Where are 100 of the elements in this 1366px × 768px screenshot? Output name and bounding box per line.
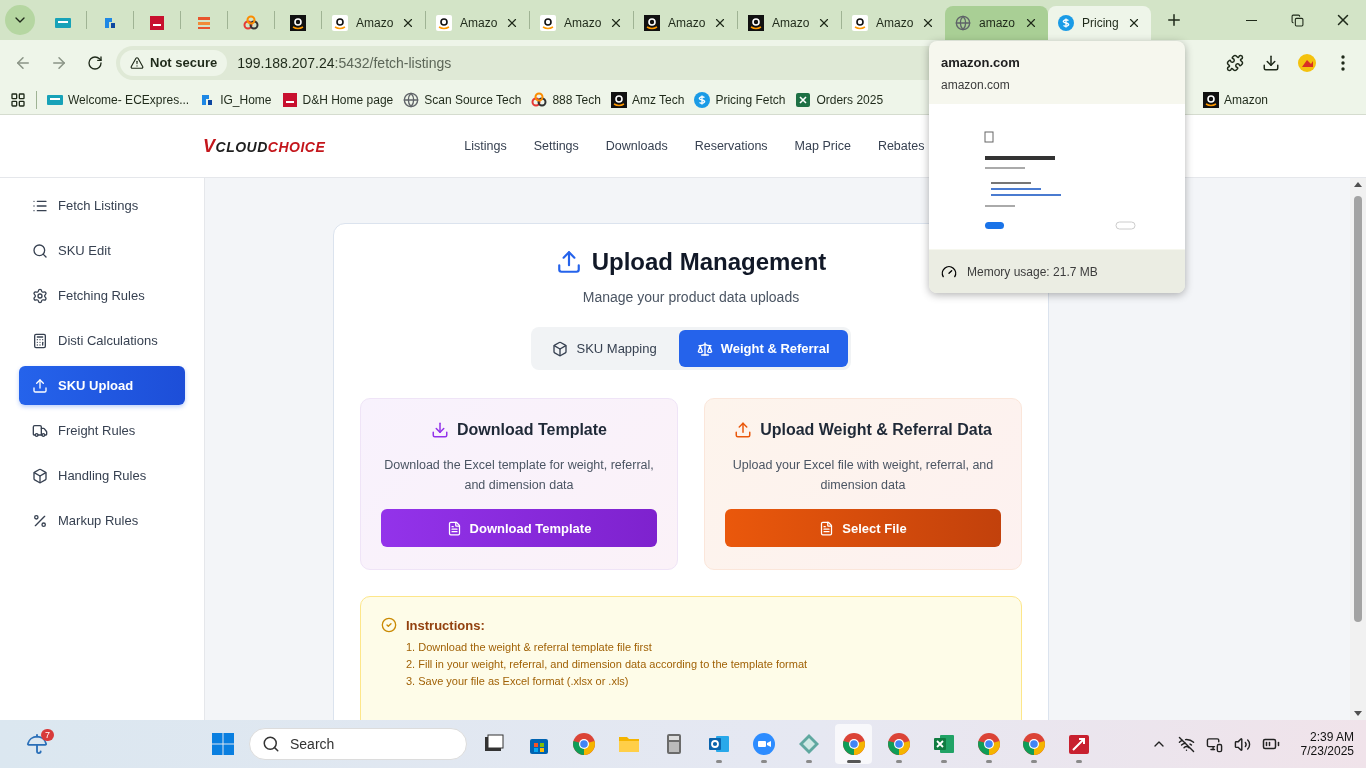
- close-icon[interactable]: [713, 16, 727, 30]
- favicon-icon: [436, 15, 452, 31]
- favicon-icon: [540, 15, 556, 31]
- panel-description: Upload your Excel file with weight, referral, and dimension data: [731, 457, 995, 494]
- plus-icon: [1165, 11, 1183, 29]
- panel-title: Upload Weight & Referral Data: [760, 421, 992, 439]
- chrome-icon: [571, 732, 596, 756]
- restore-icon: [1290, 13, 1304, 27]
- sidebar-item[interactable]: Fetch Listings: [19, 186, 185, 225]
- tab-search-button[interactable]: [5, 5, 35, 35]
- bookmark[interactable]: Orders 2025: [795, 91, 884, 108]
- scrollbar[interactable]: [1350, 178, 1366, 720]
- search-icon: [32, 242, 48, 259]
- browser-tab[interactable]: Amazo: [842, 6, 945, 40]
- upload-icon: [555, 249, 582, 275]
- reload-icon: [87, 54, 103, 71]
- gauge-icon: [941, 263, 957, 280]
- nav-link[interactable]: Map Price: [794, 139, 851, 153]
- bookmark[interactable]: Scan Source Tech: [403, 91, 522, 108]
- bookmark[interactable]: Pricing Fetch: [694, 91, 786, 108]
- memory-usage: Memory usage: 21.7 MB: [967, 264, 1098, 279]
- minimize-icon: [1245, 19, 1257, 21]
- close-icon[interactable]: [817, 16, 831, 30]
- search-field[interactable]: Search: [249, 728, 467, 760]
- browser-tab[interactable]: Amazo: [426, 6, 529, 40]
- favicon-icon: [55, 15, 71, 31]
- favicon-icon: [149, 15, 165, 31]
- browser-tab[interactable]: Amazo: [322, 6, 425, 40]
- mode-tab[interactable]: Weight & Referral: [678, 330, 848, 367]
- sidebar-item[interactable]: SKU Edit: [19, 231, 185, 270]
- favicon-icon: [694, 91, 711, 108]
- close-icon[interactable]: [1024, 16, 1038, 30]
- check-icon: [381, 617, 397, 633]
- mode-tab[interactable]: SKU Mapping: [534, 330, 675, 367]
- file-icon: [819, 520, 835, 536]
- logo[interactable]: VCLOUDCHOICE: [203, 135, 326, 157]
- umbrella-icon[interactable]: [26, 733, 48, 755]
- box-icon: [32, 467, 48, 484]
- close-icon[interactable]: [401, 16, 415, 30]
- sidebar-item[interactable]: Markup Rules: [19, 501, 185, 540]
- network-icon[interactable]: [1177, 735, 1195, 753]
- sidebar-item[interactable]: SKU Upload: [19, 366, 185, 405]
- favicon-icon: [748, 15, 764, 31]
- close-icon[interactable]: [609, 16, 623, 30]
- truck-icon: [32, 422, 48, 439]
- nav-link[interactable]: Downloads: [605, 139, 668, 153]
- close-icon[interactable]: [505, 16, 519, 30]
- app-icon: [1066, 732, 1091, 756]
- upload-icon: [32, 377, 48, 394]
- close-icon[interactable]: [1127, 16, 1141, 30]
- favicon-icon: [281, 91, 298, 108]
- close-icon[interactable]: [921, 16, 935, 30]
- favicon-icon: [852, 15, 868, 31]
- favicon-icon: [243, 15, 259, 31]
- select-file-button[interactable]: Select File: [725, 509, 1001, 547]
- browser-tab[interactable]: Amazo: [530, 6, 633, 40]
- nav-link[interactable]: Listings: [464, 139, 507, 153]
- favicon-icon: [332, 15, 348, 31]
- menu-icon: [1341, 54, 1345, 71]
- browser-tab[interactable]: amazo: [945, 6, 1048, 40]
- sidebar-item[interactable]: Freight Rules: [19, 411, 185, 450]
- browser-tab[interactable]: Amazo: [738, 6, 841, 40]
- bookmark[interactable]: Welcome- ECExpres...: [47, 91, 190, 108]
- apps-icon[interactable]: [10, 91, 26, 108]
- download-template-button[interactable]: Download Template: [381, 509, 657, 547]
- favicon-icon: [102, 15, 118, 31]
- bookmark[interactable]: D&H Home page: [281, 91, 394, 108]
- hover-card-domain: amazon.com: [940, 77, 1011, 94]
- panel-title: Download Template: [457, 421, 607, 439]
- nav-link[interactable]: Reservations: [694, 139, 768, 153]
- browser-tab[interactable]: Pricing: [1048, 6, 1151, 40]
- sidebar-item[interactable]: Fetching Rules: [19, 276, 185, 315]
- instructions-title: Instructions:: [406, 617, 485, 633]
- scale-icon: [696, 340, 713, 357]
- favicon-icon: [795, 91, 812, 108]
- favicon-icon: [1058, 15, 1074, 31]
- bookmark[interactable]: IG_Home: [199, 91, 272, 108]
- sidebar-item[interactable]: Disti Calculations: [19, 321, 185, 360]
- settings-icon: [32, 287, 48, 304]
- download-icon: [431, 421, 450, 439]
- browser-tab[interactable]: Amazo: [634, 6, 737, 40]
- warning-icon: [130, 55, 144, 70]
- security-chip[interactable]: Not secure: [120, 49, 228, 76]
- spreadsheet-icon: [931, 732, 956, 756]
- nav-link[interactable]: Rebates: [877, 139, 925, 153]
- bookmark[interactable]: Amz Tech: [610, 91, 685, 108]
- sidebar-item[interactable]: Handling Rules: [19, 456, 185, 495]
- instruction-step: 3. Save your file as Excel format (.xlsx or .xls): [406, 675, 1001, 687]
- page-subtitle: Manage your product data uploads: [582, 289, 800, 305]
- bookmark[interactable]: Amazon: [1202, 91, 1268, 108]
- taskbar-app[interactable]: [835, 724, 872, 764]
- nav-link[interactable]: Settings: [533, 139, 579, 153]
- hover-card-title: amazon.com: [940, 54, 1021, 70]
- favicon-icon: [290, 15, 306, 31]
- volume-icon[interactable]: [1233, 735, 1251, 753]
- favicon-icon: [610, 91, 627, 108]
- clock[interactable]: 2:39 AM 7/23/2025: [1300, 730, 1354, 758]
- bookmark[interactable]: 888 Tech: [531, 91, 601, 108]
- notification-badge: 7: [41, 729, 54, 741]
- devices-icon[interactable]: [1205, 735, 1223, 753]
